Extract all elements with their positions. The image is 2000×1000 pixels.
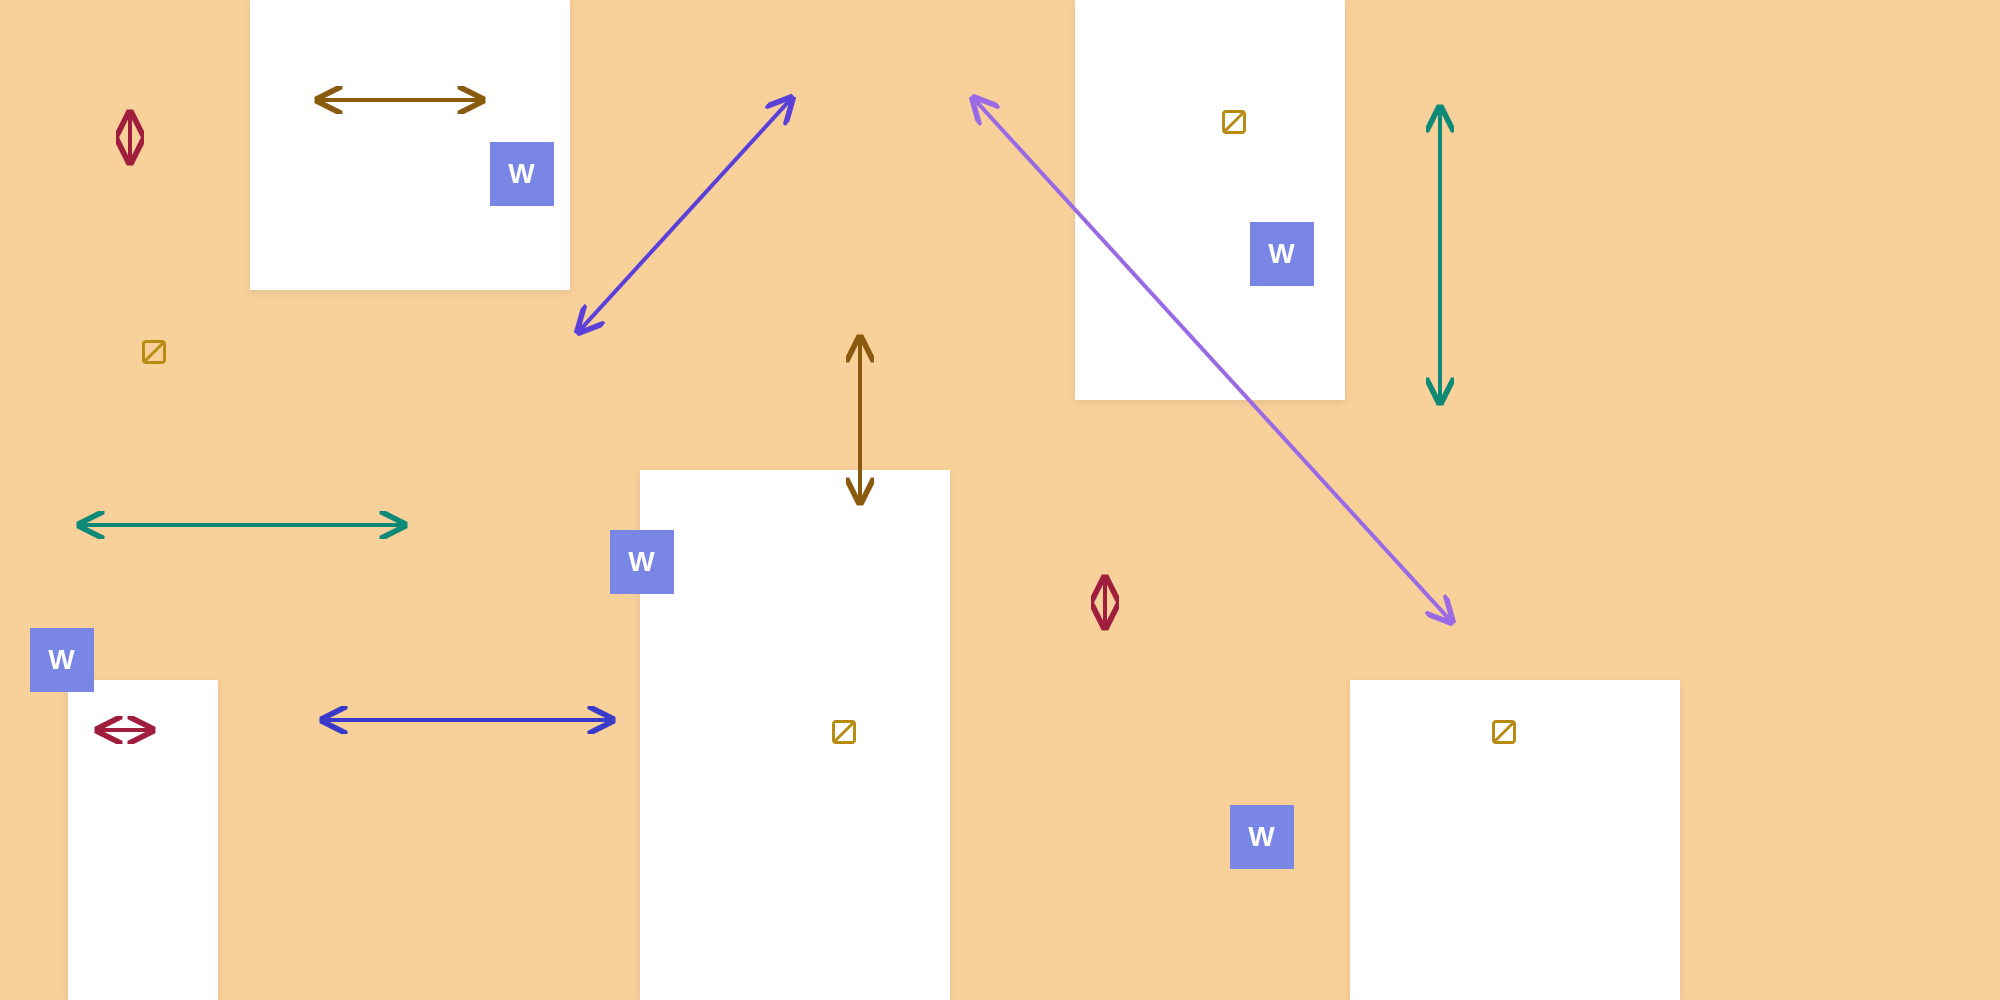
resize-arrow-diagonal-icon (975, 100, 1450, 620)
resize-arrow-diagonal-icon (580, 100, 790, 330)
arrows-layer (0, 0, 2000, 1000)
